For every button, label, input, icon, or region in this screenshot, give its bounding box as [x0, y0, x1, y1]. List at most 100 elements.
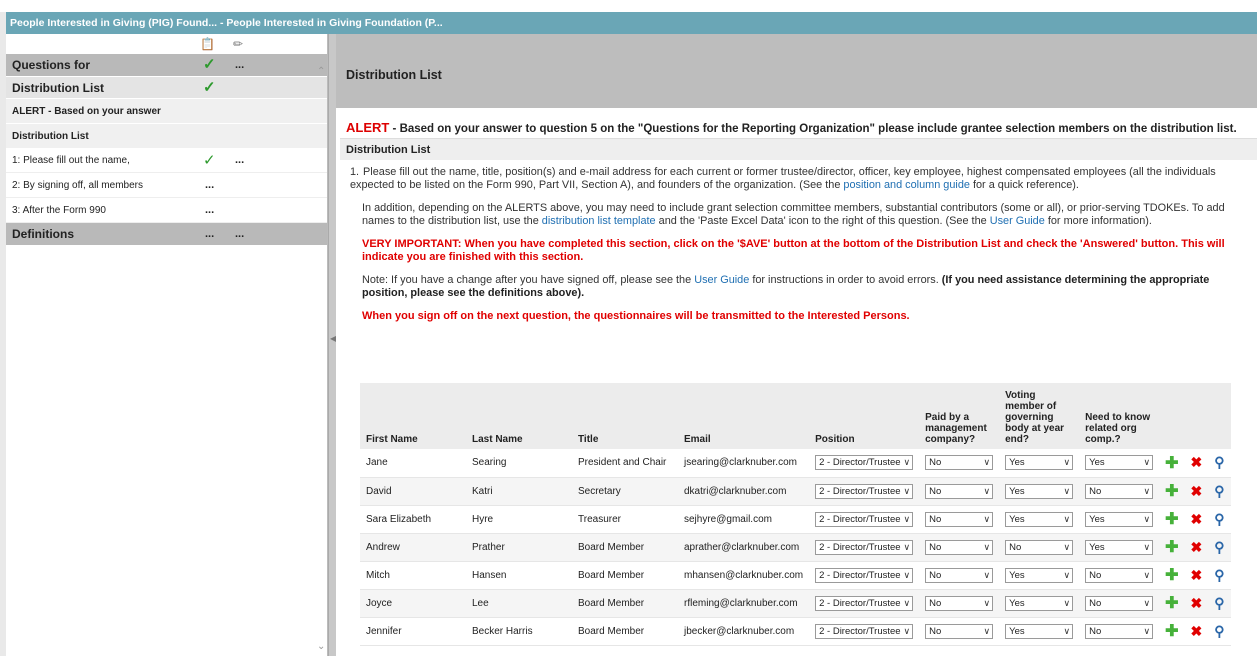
view-details-icon[interactable]: ⚲	[1214, 595, 1224, 611]
view-details-icon[interactable]: ⚲	[1214, 454, 1224, 470]
section-header: Distribution List	[340, 138, 1257, 160]
add-row-icon[interactable]: ✚	[1165, 623, 1178, 640]
voting-select[interactable]: Yes ∨	[1005, 567, 1074, 583]
sidebar-item-distribution-sub[interactable]: Distribution List	[6, 123, 327, 148]
delete-row-icon[interactable]: ✖	[1191, 623, 1203, 639]
add-row-icon[interactable]: ✚	[1165, 539, 1178, 556]
chevron-down-icon: ∨	[1063, 569, 1071, 580]
delete-row-icon[interactable]: ✖	[1191, 511, 1203, 527]
sidebar-item-q3[interactable]: 3: After the Form 990 ...	[6, 198, 327, 223]
sidebar-item-questions[interactable]: Questions for ✓ ...	[6, 54, 327, 76]
add-row-icon[interactable]: ✚	[1165, 595, 1178, 612]
need-select[interactable]: No ∨	[1085, 623, 1154, 639]
more-icon[interactable]: ...	[235, 223, 244, 245]
paid-select[interactable]: No ∨	[925, 595, 994, 611]
position-select[interactable]: 2 - Director/Trustee ∨	[815, 455, 914, 471]
pencil-icon[interactable]: ✏	[233, 37, 243, 51]
pane-splitter[interactable]: ◀	[328, 34, 336, 656]
voting-select[interactable]: Yes ∨	[1005, 511, 1074, 527]
clipboard-icon[interactable]: 📋	[200, 37, 215, 51]
last-name-cell: Prather	[466, 533, 572, 562]
position-select[interactable]: 2 - Director/Trustee ∨	[815, 623, 914, 639]
position-select[interactable]: 2 - Director/Trustee ∨	[815, 539, 914, 555]
sidebar-item-q2[interactable]: 2: By signing off, all members ...	[6, 173, 327, 198]
chevron-down-icon: ∨	[983, 625, 991, 636]
sidebar-item-definitions[interactable]: Definitions ... ...	[6, 223, 327, 245]
need-select[interactable]: No ∨	[1085, 483, 1154, 499]
col-need: Need to know related org comp.?	[1079, 383, 1160, 449]
first-name-cell: Sara Elizabeth	[360, 505, 466, 534]
paid-select[interactable]: No ∨	[925, 567, 994, 583]
col-paid: Paid by a management company?	[919, 383, 1000, 449]
email-cell: dkatri@clarknuber.com	[678, 477, 810, 506]
sidebar-item-alert[interactable]: ALERT - Based on your answer	[6, 98, 327, 123]
view-details-icon[interactable]: ⚲	[1214, 567, 1224, 583]
chevron-down-icon: ∨	[983, 569, 991, 580]
title-cell: Treasurer	[572, 505, 678, 534]
need-select[interactable]: No ∨	[1085, 595, 1154, 611]
template-link[interactable]: distribution list template	[542, 215, 656, 227]
view-details-icon[interactable]: ⚲	[1214, 623, 1224, 639]
position-select[interactable]: 2 - Director/Trustee ∨	[815, 595, 914, 611]
voting-select[interactable]: Yes ∨	[1005, 483, 1074, 499]
delete-row-icon[interactable]: ✖	[1191, 483, 1203, 499]
sidebar-item-q1[interactable]: 1: Please fill out the name, ✓ ...	[6, 148, 327, 173]
delete-row-icon[interactable]: ✖	[1191, 539, 1203, 555]
add-row-icon[interactable]: ✚	[1165, 511, 1178, 528]
voting-select[interactable]: Yes ∨	[1005, 623, 1074, 639]
need-select[interactable]: Yes ∨	[1085, 511, 1154, 527]
table-row: Sara Elizabeth Hyre Treasurer sejhyre@gmail…	[360, 505, 1231, 534]
email-cell: mhansen@clarknuber.com	[678, 561, 810, 590]
add-row-icon[interactable]: ✚	[1165, 455, 1178, 472]
table-row: Mitch Hansen Board Member mhansen@clarknube…	[360, 561, 1231, 590]
view-details-icon[interactable]: ⚲	[1214, 483, 1224, 499]
view-details-icon[interactable]: ⚲	[1214, 539, 1224, 555]
first-name-cell: David	[360, 477, 466, 506]
add-row-icon[interactable]: ✚	[1165, 567, 1178, 584]
need-select[interactable]: Yes ∨	[1085, 539, 1154, 555]
user-guide-link[interactable]: User Guide	[990, 215, 1045, 227]
position-guide-link[interactable]: position and column guide	[843, 179, 970, 191]
more-icon[interactable]: ...	[205, 223, 214, 245]
first-name-cell: Jane	[360, 449, 466, 478]
more-icon[interactable]: ...	[235, 54, 244, 76]
voting-select[interactable]: Yes ∨	[1005, 455, 1074, 471]
email-cell: jsearing@clarknuber.com	[678, 449, 810, 478]
sidebar-toolbar: 📋 ✏	[6, 34, 327, 54]
sidebar-scrollbar[interactable]: ⌃ ⌄	[315, 62, 328, 652]
last-name-cell: Becker Harris	[466, 617, 572, 646]
voting-select[interactable]: Yes ∨	[1005, 595, 1074, 611]
paid-select[interactable]: No ∨	[925, 483, 994, 499]
paid-select[interactable]: No ∨	[925, 511, 994, 527]
delete-row-icon[interactable]: ✖	[1191, 595, 1203, 611]
chevron-down-icon: ∨	[1063, 625, 1071, 636]
title-cell: Board Member	[572, 561, 678, 590]
chevron-down-icon[interactable]: ⌄	[317, 641, 325, 652]
need-select[interactable]: No ∨	[1085, 567, 1154, 583]
top-strip	[0, 0, 1257, 12]
title-cell: Board Member	[572, 617, 678, 646]
position-select[interactable]: 2 - Director/Trustee ∨	[815, 511, 914, 527]
position-select[interactable]: 2 - Director/Trustee ∨	[815, 567, 914, 583]
chevron-up-icon[interactable]: ⌃	[317, 66, 325, 77]
view-details-icon[interactable]: ⚲	[1214, 511, 1224, 527]
important-notice: VERY IMPORTANT: When you have completed …	[362, 238, 1225, 263]
more-icon[interactable]: ...	[205, 198, 214, 223]
delete-row-icon[interactable]: ✖	[1191, 567, 1203, 583]
paid-select[interactable]: No ∨	[925, 623, 994, 639]
need-select[interactable]: Yes ∨	[1085, 455, 1154, 471]
voting-select[interactable]: No ∨	[1005, 539, 1074, 555]
delete-row-icon[interactable]: ✖	[1191, 454, 1203, 470]
more-icon[interactable]: ...	[205, 173, 214, 198]
user-guide-link-2[interactable]: User Guide	[694, 274, 749, 286]
col-last-name: Last Name	[466, 383, 572, 449]
add-row-icon[interactable]: ✚	[1165, 483, 1178, 500]
last-name-cell: Hyre	[466, 505, 572, 534]
sidebar-item-distribution-list[interactable]: Distribution List ✓	[6, 76, 327, 98]
position-select[interactable]: 2 - Director/Trustee ∨	[815, 483, 914, 499]
paid-select[interactable]: No ∨	[925, 539, 994, 555]
chevron-down-icon: ∨	[903, 485, 911, 496]
col-position: Position	[809, 383, 920, 449]
paid-select[interactable]: No ∨	[925, 455, 994, 471]
more-icon[interactable]: ...	[235, 148, 244, 173]
